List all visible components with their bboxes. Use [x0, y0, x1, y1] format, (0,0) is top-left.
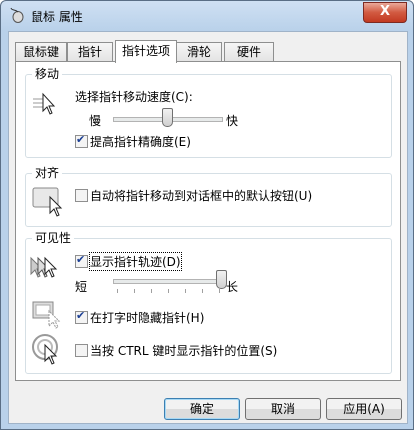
snap-checkbox[interactable] [75, 189, 88, 202]
trails-icon [30, 256, 58, 278]
close-button[interactable]: X [363, 2, 407, 23]
window-title: 鼠标 属性 [31, 10, 83, 24]
speed-slow-label: 慢 [89, 114, 102, 128]
tab-hardware[interactable]: 硬件 [224, 42, 274, 62]
snap-group: 对齐 自动将指针移动到对话框中的默认按钮(U) [25, 164, 392, 227]
title-bar[interactable]: 鼠标 属性 X [1, 1, 413, 31]
visibility-group-title: 可见性 [32, 229, 75, 246]
cancel-button[interactable]: 取消 [245, 398, 321, 420]
trails-checkbox[interactable] [75, 253, 88, 268]
pointer-options-panel: 移动 选择指针移动速度(C): 慢 快 提高指针精确度(E) 对齐 [15, 61, 401, 381]
ctrl-locate-label[interactable]: 当按 CTRL 键时显示指针的位置(S) [90, 342, 277, 359]
trail-tick [151, 289, 152, 293]
apply-button[interactable]: 应用(A) [326, 398, 402, 420]
trail-tick [219, 289, 220, 293]
snap-label[interactable]: 自动将指针移动到对话框中的默认按钮(U) [90, 187, 312, 204]
hide-while-typing-label[interactable]: 在打字时隐藏指针(H) [90, 309, 204, 326]
ok-button[interactable]: 确定 [164, 398, 240, 420]
trail-tick [185, 289, 186, 293]
visibility-group: 可见性 显示指针轨迹(D) 短 长 [25, 229, 392, 374]
hide-pointer-icon [32, 301, 61, 329]
speed-slider-thumb[interactable] [162, 108, 173, 127]
ctrl-locate-checkbox[interactable] [75, 344, 88, 357]
trail-long-label: 长 [226, 280, 239, 294]
trail-tick [117, 289, 118, 293]
snap-group-title: 对齐 [32, 164, 63, 181]
pointer-speed-icon [33, 92, 56, 115]
trail-tick [202, 289, 203, 293]
trails-label[interactable]: 显示指针轨迹(D) [89, 252, 182, 271]
snap-icon [32, 187, 63, 217]
speed-label: 选择指针移动速度(C): [75, 90, 193, 104]
hide-while-typing-checkbox[interactable] [75, 309, 88, 324]
precision-checkbox[interactable] [75, 133, 88, 148]
trail-tick [168, 289, 169, 293]
precision-label[interactable]: 提高指针精确度(E) [90, 133, 191, 150]
tab-buttons[interactable]: 鼠标键 [15, 42, 67, 62]
tab-wheel[interactable]: 滑轮 [176, 42, 222, 62]
speed-fast-label: 快 [226, 114, 239, 128]
tab-pointers[interactable]: 指针 [67, 42, 113, 62]
motion-group: 移动 选择指针移动速度(C): 慢 快 提高指针精确度(E) [25, 65, 392, 158]
trail-tick [134, 289, 135, 293]
tab-pointer-options[interactable]: 指针选项 [115, 40, 177, 63]
mouse-properties-window: 鼠标 属性 X 鼠标键 指针 指针选项 滑轮 硬件 移动 选择指针移动速度(C)… [0, 0, 414, 430]
locate-pointer-icon [32, 334, 58, 365]
mouse-icon [10, 7, 24, 23]
motion-group-title: 移动 [32, 65, 63, 82]
trail-slider-track[interactable] [113, 279, 223, 284]
trail-short-label: 短 [75, 280, 88, 294]
dialog-client: 鼠标键 指针 指针选项 滑轮 硬件 移动 选择指针移动速度(C): 慢 快 ✔ … [8, 31, 408, 424]
